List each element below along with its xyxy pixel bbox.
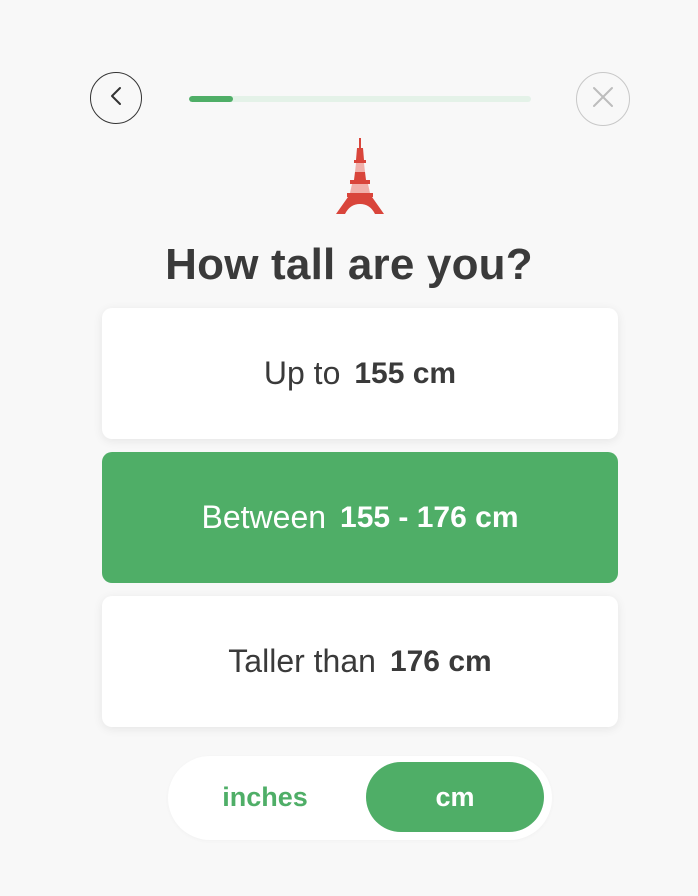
back-button[interactable] xyxy=(90,72,142,124)
option-between-155-176[interactable]: Between 155 - 176 cm xyxy=(102,452,618,583)
page-title: How tall are you? xyxy=(165,240,533,289)
progress-bar xyxy=(189,96,531,102)
progress-bar-fill xyxy=(189,96,234,102)
unit-inches-button[interactable]: inches xyxy=(178,762,352,832)
option-value: 155 cm xyxy=(354,356,457,390)
unit-toggle: inches cm xyxy=(168,756,552,840)
option-value: 155 - 176 cm xyxy=(340,500,519,534)
option-up-to-155[interactable]: Up to 155 cm xyxy=(102,308,618,439)
close-icon xyxy=(591,85,615,114)
chevron-left-icon xyxy=(109,85,123,112)
option-prefix: Between xyxy=(201,499,327,535)
option-value: 176 cm xyxy=(389,644,492,678)
unit-cm-button[interactable]: cm xyxy=(366,762,544,832)
close-button[interactable] xyxy=(576,72,630,126)
option-taller-than-176[interactable]: Taller than 176 cm xyxy=(102,596,618,727)
option-prefix: Taller than xyxy=(228,643,376,679)
option-prefix: Up to xyxy=(263,355,341,391)
eiffel-tower-icon xyxy=(333,138,387,216)
